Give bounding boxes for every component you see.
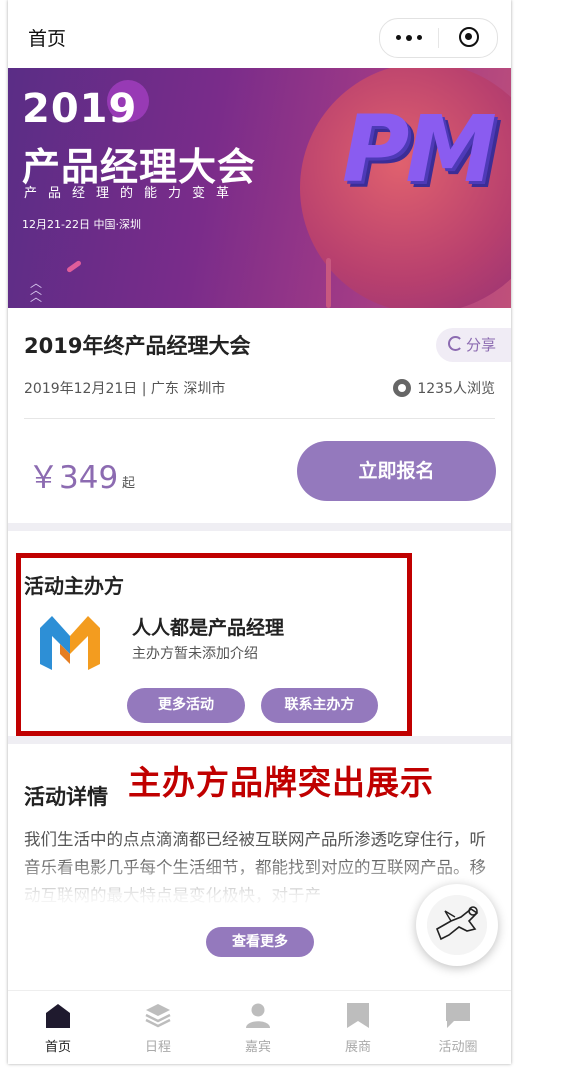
superhero-icon [427,895,487,955]
top-bar: 首页 [8,0,511,68]
view-count-text: 1235人浏览 [417,381,495,397]
tab-bar: 首页 日程 嘉宾 展商 活动圈 [8,990,511,1064]
signup-button[interactable]: 立即报名 [297,441,496,501]
view-more-button[interactable]: 查看更多 [206,927,314,957]
highlight-box [16,553,412,736]
more-icon[interactable] [396,34,424,41]
tab-exhibitors[interactable]: 展商 [308,991,408,1064]
section-gap [8,523,511,531]
share-icon [448,336,463,351]
banner-decor-stick [66,259,82,274]
phone-screen: 首页 2019 产品经理大会 产品经理的能力变革 12月21-22日 中国·深圳… [8,0,511,1064]
tab-label: 活动圈 [438,1040,478,1055]
close-program-icon[interactable] [459,27,479,47]
divider [24,418,495,419]
event-title: 2019年终产品经理大会 [24,334,251,358]
tab-label: 首页 [44,1040,71,1055]
banner-decor-bar [326,258,331,308]
bookmark-icon [347,1003,369,1028]
tab-label: 日程 [144,1040,171,1055]
event-date-location: 2019年12月21日 | 广东 深圳市 [24,381,226,397]
tab-schedule[interactable]: 日程 [108,991,208,1064]
layers-icon [145,1004,171,1028]
banner-slogan: 产品经理的能力变革 [24,186,241,201]
capsule-divider [438,28,439,48]
scroll-chevrons-icon: ︿ ︿ ︿ [30,276,43,304]
tab-label: 嘉宾 [244,1040,271,1055]
mini-program-capsule [379,18,498,58]
page-title: 首页 [28,28,67,50]
banner-date-place: 12月21-22日 中国·深圳 [22,218,141,231]
banner-year: 2019 [22,86,138,132]
section-gap [8,736,511,744]
share-button[interactable]: 分享 [436,328,511,362]
chat-icon [446,1003,470,1028]
price-suffix: 起 [122,476,136,491]
tab-label: 展商 [344,1040,371,1055]
event-banner[interactable]: 2019 产品经理大会 产品经理的能力变革 12月21-22日 中国·深圳 PM… [8,68,511,308]
eye-icon [393,379,412,397]
view-count: 1235人浏览 [393,378,495,398]
price: ￥349 [28,460,119,496]
banner-pm-logo: PM [342,96,497,203]
tab-home[interactable]: 首页 [8,991,108,1064]
tab-activity-circle[interactable]: 活动圈 [408,991,508,1064]
share-label: 分享 [466,336,497,354]
annotation-label: 主办方品牌突出展示 [128,763,434,802]
home-icon [46,1004,70,1028]
floating-avatar-button[interactable] [416,884,498,966]
person-icon [246,1003,270,1028]
details-heading: 活动详情 [24,785,108,809]
tab-guests[interactable]: 嘉宾 [208,991,308,1064]
